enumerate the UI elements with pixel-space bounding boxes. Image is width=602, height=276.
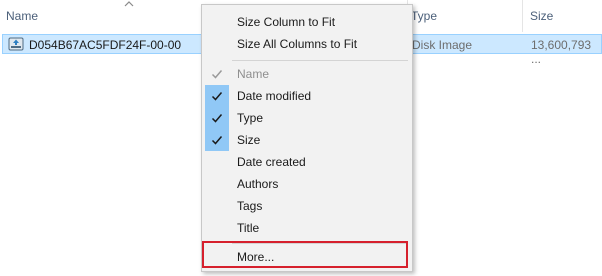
checkmark-icon <box>211 114 223 123</box>
sort-up-arrow-icon <box>124 1 134 7</box>
column-header-size[interactable]: Size <box>530 9 553 23</box>
menu-item-title[interactable]: Title <box>205 217 409 239</box>
menu-item-date-created[interactable]: Date created <box>205 151 409 173</box>
menu-item-date-modified[interactable]: Date modified <box>205 85 409 107</box>
menu-separator <box>232 60 408 61</box>
menu-item-size-all-columns-to-fit[interactable]: Size All Columns to Fit <box>205 33 409 55</box>
file-name: D054B67AC5FDF24F-00-00 <box>29 38 182 52</box>
checkmark-icon <box>211 92 223 101</box>
menu-item-type[interactable]: Type <box>205 107 409 129</box>
menu-item-authors[interactable]: Authors <box>205 173 409 195</box>
menu-item-size[interactable]: Size <box>205 129 409 151</box>
annotation-highlight-box <box>202 241 408 268</box>
disk-image-icon <box>8 37 24 51</box>
check-area <box>205 129 229 151</box>
column-header-type[interactable]: Type <box>411 9 437 23</box>
checkmark-icon <box>211 70 223 79</box>
check-area <box>205 85 229 107</box>
menu-item-name: Name <box>205 63 409 85</box>
menu-item-tags[interactable]: Tags <box>205 195 409 217</box>
check-area <box>205 107 229 129</box>
column-divider[interactable] <box>522 0 523 32</box>
check-area <box>205 63 229 85</box>
menu-item-size-column-to-fit[interactable]: Size Column to Fit <box>205 11 409 33</box>
column-context-menu: Size Column to Fit Size All Columns to F… <box>201 4 413 272</box>
column-header-name[interactable]: Name <box>6 9 38 23</box>
checkmark-icon <box>211 136 223 145</box>
file-type: Disk Image <box>412 38 473 52</box>
file-size: 13,600,793 ... <box>531 38 592 66</box>
